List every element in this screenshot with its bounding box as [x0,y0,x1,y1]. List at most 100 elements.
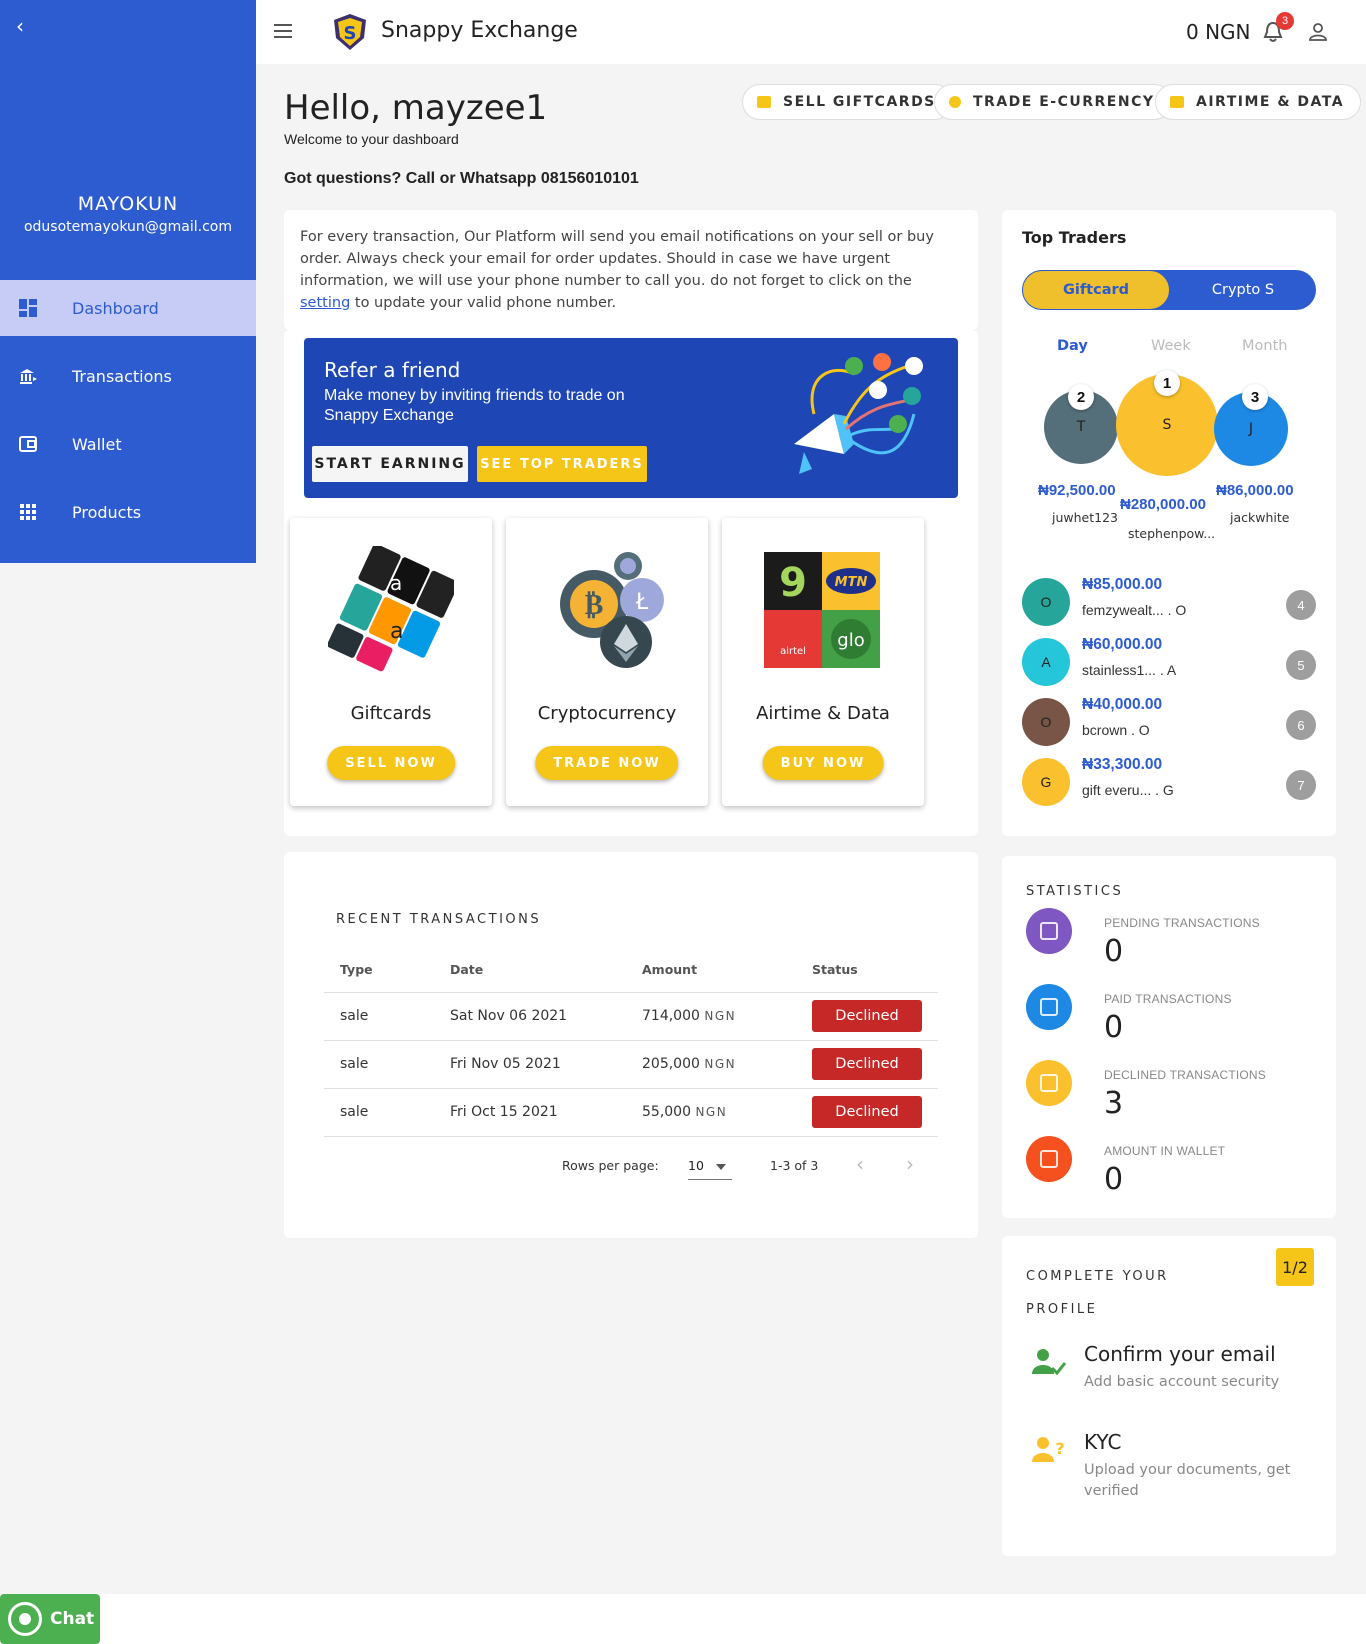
wallet-icon [19,436,37,452]
svg-text:9: 9 [779,560,807,606]
notice-panel: For every transaction, Our Platform will… [284,210,978,330]
cell-type: sale [324,992,434,1041]
rank-badge: 5 [1286,650,1316,680]
profile-item-subtitle: Upload your documents, get verified [1084,1462,1291,1499]
airtime-data-label: AIRTIME & DATA [1196,94,1345,110]
list-item[interactable]: O ₦40,000.00 bcrown . O 6 [1022,696,1316,748]
column-header-status[interactable]: Status [796,948,938,993]
crypto-icon: ₿ Ł [560,552,664,668]
trade-ecurrency-button[interactable]: TRADE E-CURRENCY [934,84,1172,120]
trader-avatar: O [1022,698,1070,746]
airtime-data-button[interactable]: AIRTIME & DATA [1155,84,1362,120]
list-item[interactable]: G ₦33,300.00 gift everu... . G 7 [1022,756,1316,808]
rank-badge: 6 [1286,710,1316,740]
list-item[interactable]: A ₦60,000.00 stainless1... . A 5 [1022,636,1316,688]
table-row[interactable]: sale Sat Nov 06 2021 714,000 NGN Decline… [324,992,938,1041]
user-info: MAYOKUN odusotemayokun@gmail.com [0,193,256,235]
account-icon[interactable] [1308,22,1328,42]
notification-badge: 3 [1276,12,1294,30]
sidebar-item-transactions[interactable]: Transactions [0,348,256,404]
transactions-icon [20,369,37,384]
sidebar-item-label: Wallet [72,434,122,454]
giftcard-icon [757,96,771,108]
status-badge: Declined [812,1096,922,1128]
tab-giftcard[interactable]: Giftcard [1022,270,1170,310]
stat-wallet: AMOUNT IN WALLET 0 [1026,1136,1326,1206]
product-card-airtime[interactable]: 9 MTN airtel glo Airtime & Data BUY NOW [722,518,924,806]
profile-item-title: KYC [1084,1430,1122,1454]
svg-text:Ł: Ł [635,590,649,615]
contact-info: Got questions? Call or Whatsapp 08156010… [284,170,639,187]
amount-value: 714,000 [642,1008,700,1024]
complete-profile-heading: COMPLETE YOUR PROFILE [1026,1269,1169,1317]
rows-per-page-select[interactable]: 10 [688,1158,732,1180]
chevron-right-icon[interactable]: › [906,1152,914,1176]
stat-value: 0 [1104,1162,1124,1197]
table-row[interactable]: sale Fri Oct 15 2021 55,000 NGN Declined [324,1088,938,1137]
sell-giftcards-button[interactable]: SELL GIFTCARDS [742,84,953,120]
page-subtitle: Welcome to your dashboard [284,131,459,147]
trader-amount: ₦280,000.00 [1120,496,1206,513]
sidebar-item-wallet[interactable]: Wallet [0,416,256,472]
product-title: Giftcards [350,703,432,724]
buy-now-button[interactable]: BUY NOW [762,746,884,780]
user-email: odusotemayokun@gmail.com [23,219,232,235]
trader-name: femzywealt... . O [1082,602,1187,618]
column-header-date[interactable]: Date [434,948,626,993]
tab-crypto[interactable]: Crypto S [1170,270,1316,310]
collapse-sidebar-icon[interactable]: ‹ [16,14,24,38]
trader-name: juwhet123 [1052,510,1118,525]
rank-badge: 1 [1154,370,1180,396]
cell-type: sale [324,1088,434,1137]
top-traders-heading: Top Traders [1022,228,1127,247]
period-month[interactable]: Month [1242,338,1287,354]
chat-label: Chat [50,1609,95,1629]
product-card-giftcards[interactable]: a a Giftcards SELL NOW [290,518,492,806]
svg-text:glo: glo [837,630,864,651]
trade-now-button[interactable]: TRADE NOW [535,746,679,780]
amount-currency: NGN [704,1057,737,1071]
trader-amount: ₦33,300.00 [1082,756,1163,773]
see-top-traders-button[interactable]: SEE TOP TRADERS [477,446,647,482]
list-item[interactable]: O ₦85,000.00 femzywealt... . O 4 [1022,576,1316,628]
footer [0,1594,1366,1644]
cell-status: Declined [796,992,938,1041]
cell-status: Declined [796,1088,938,1137]
trader-name: stainless1... . A [1082,662,1177,678]
column-header-amount[interactable]: Amount [626,948,796,993]
declined-card-icon [1026,1060,1072,1106]
brand-name: Snappy Exchange [381,18,578,43]
statistics-heading: STATISTICS [1026,884,1124,899]
grid-icon [20,504,36,520]
table-row[interactable]: sale Fri Nov 05 2021 205,000 NGN Decline… [324,1040,938,1089]
setting-link[interactable]: setting [300,295,350,311]
period-week[interactable]: Week [1151,338,1191,354]
sell-now-button[interactable]: SELL NOW [327,746,455,780]
main-panel: Refer a friend Make money by inviting fr… [284,330,978,836]
dashboard-icon [19,299,37,317]
trader-amount: ₦85,000.00 [1082,576,1163,593]
chevron-left-icon[interactable]: ‹ [856,1152,864,1176]
trader-amount: ₦60,000.00 [1082,636,1163,653]
rank-badge: 2 [1068,384,1094,410]
menu-icon[interactable] [274,24,292,38]
column-header-type[interactable]: Type [324,948,434,993]
svg-text:₿: ₿ [585,588,604,621]
sidebar-item-dashboard[interactable]: Dashboard [0,280,256,336]
user-question-icon: ? [1032,1437,1065,1462]
trader-avatar: O [1022,578,1070,626]
brand-logo: S [334,14,366,50]
profile-item-subtitle: Add basic account security [1084,1374,1280,1390]
whatsapp-chat-button[interactable]: Chat [0,1594,100,1644]
svg-text:airtel: airtel [780,646,806,657]
start-earning-button[interactable]: START EARNING [312,446,468,482]
sidebar-item-label: Transactions [72,366,172,386]
product-card-crypto[interactable]: ₿ Ł Cryptocurrency TRADE NOW [506,518,708,806]
pagination-range: 1-3 of 3 [770,1158,819,1173]
page-title: Hello, mayzee1 [284,88,548,128]
sidebar-item-products[interactable]: Products [0,484,256,540]
trader-name: stephenpow... [1128,526,1216,541]
period-day[interactable]: Day [1057,338,1088,354]
bitcoin-icon [949,96,961,108]
cell-type: sale [324,1040,434,1089]
